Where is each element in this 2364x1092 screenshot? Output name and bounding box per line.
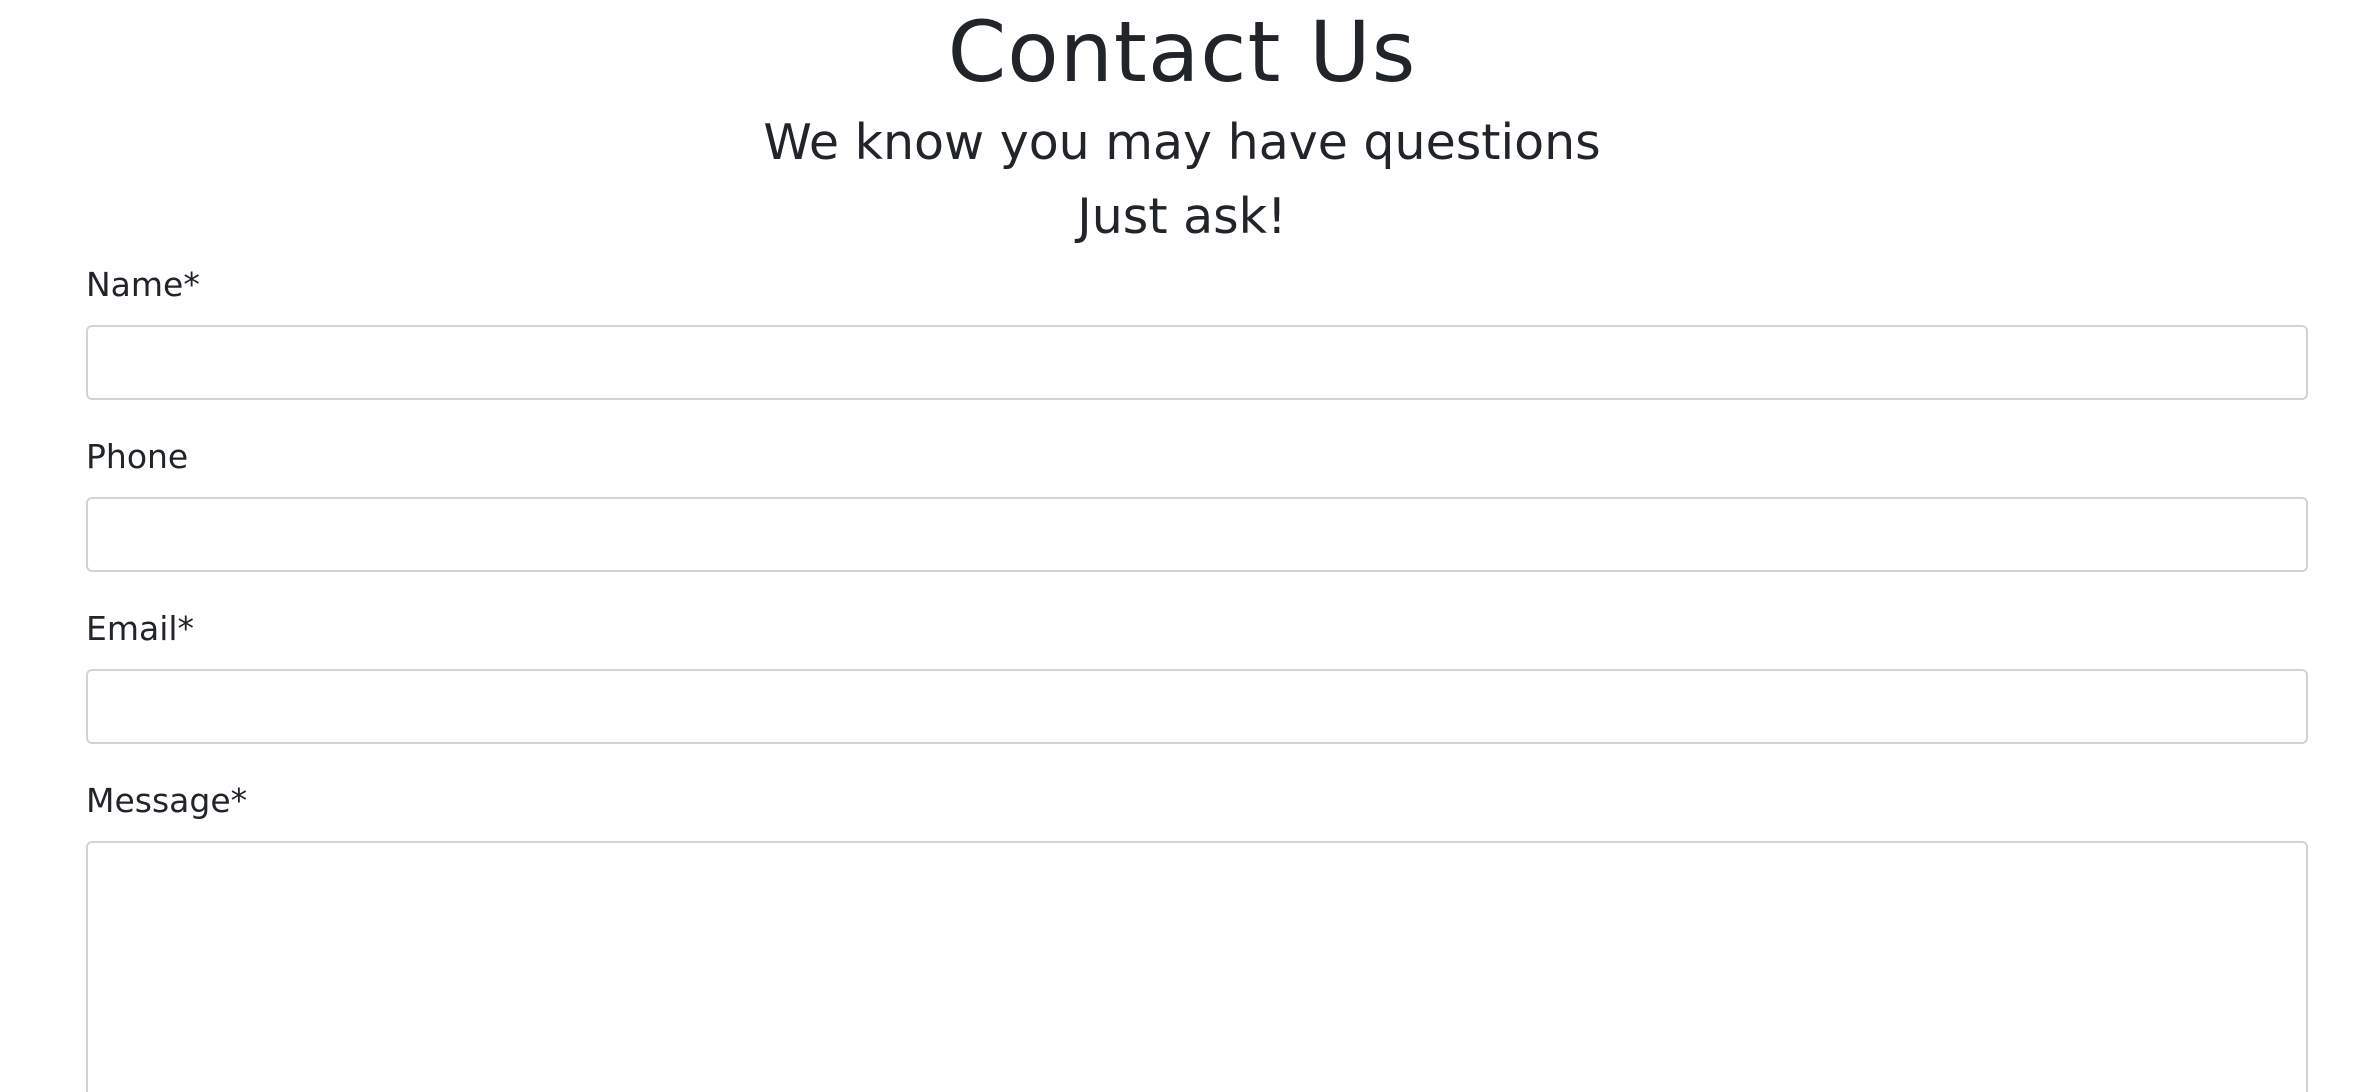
contact-page: Contact Us We know you may have question… <box>0 0 2364 1092</box>
page-tagline: Just ask! <box>1077 188 1287 245</box>
page-title: Contact Us <box>947 3 1417 101</box>
name-input[interactable] <box>86 325 2308 400</box>
page-subtitle: We know you may have questions <box>763 114 1601 171</box>
message-label: Message* <box>86 781 248 820</box>
email-label: Email* <box>86 609 195 648</box>
phone-input[interactable] <box>86 497 2308 572</box>
email-input[interactable] <box>86 669 2308 744</box>
phone-label: Phone <box>86 437 189 476</box>
message-textarea[interactable] <box>86 841 2308 1092</box>
name-label: Name* <box>86 265 200 304</box>
